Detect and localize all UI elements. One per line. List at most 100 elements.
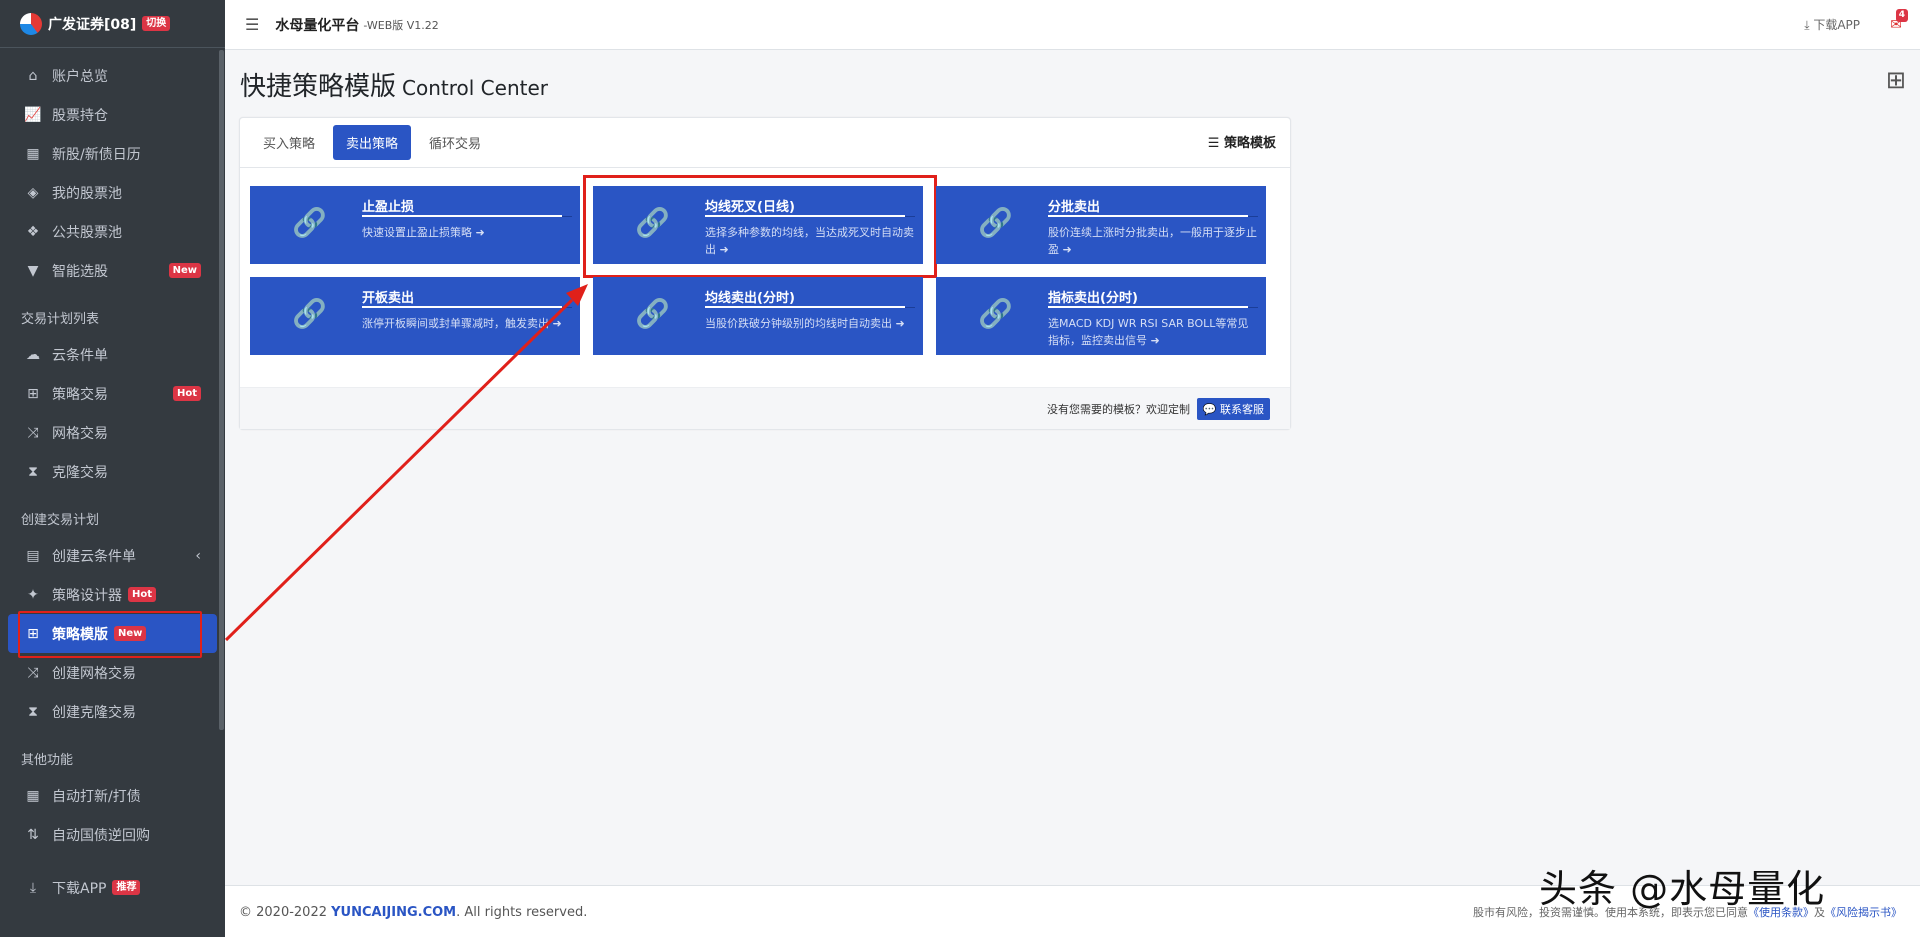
watermark: 头条 @水母量化 [1539,867,1826,911]
card-footer: 没有您需要的模板？欢迎定制 💬 联系客服 [240,387,1290,429]
download-icon: ⤓ [29,879,37,896]
tile-divider [362,215,562,217]
tile-divider [362,306,562,308]
tile-title: 开板卖出 [362,291,415,306]
sidebar-item-label: 网格交易 [52,425,108,442]
sidebar-nav: ☁ 云条件单 ⊞ 策略交易 Hot ⤨ 网格交易 ⧗ 克隆交易 [0,335,225,491]
sidebar-item-strategy-templates[interactable]: ⊞ 策略模版 New [8,611,217,658]
link-icon: 🔗 [978,206,1013,239]
copyright-suffix: . All rights reserved. [456,905,588,920]
page-subtitle: Control Center [402,76,548,100]
sidebar-item-cloud-orders[interactable]: ☁ 云条件单 [8,335,217,374]
tile-description: 选择多种参数的均线，当达成死叉时自动卖出 ➜ [705,224,915,258]
sidebar-item-clone-trading[interactable]: ⧗ 克隆交易 [8,452,217,491]
sidebar-item-auto-repo[interactable]: ⇅ 自动国债逆回购 [8,815,217,854]
cube-icon: ◈ [27,184,39,201]
sidebar-item-holdings[interactable]: 📈 股票持仓 [8,95,217,134]
tile-title: 止盈止损 [362,200,415,215]
file-icon: ▤ [26,547,40,564]
sidebar-item-label: 创建网格交易 [52,665,136,682]
sidebar-item-smart-picking[interactable]: ▼ 智能选股 New [8,251,217,290]
sidebar-item-download-app[interactable]: ⤓ 下载APP 推荐 [8,868,217,907]
section-heading: 交易计划列表 [21,312,100,327]
arrow-circle-right-icon: ➜ [475,226,485,239]
sidebar-item-strategy-trading[interactable]: ⊞ 策略交易 Hot [8,374,217,413]
chat-icon: 💬 [1202,403,1220,416]
strategy-template-card: 买入策略 卖出策略 循环交易 ☰ 策略模板 🔗 止盈止损 快速设置止盈止损策略 … [239,117,1291,430]
link-icon: 🔗 [635,206,670,239]
broker-logo-icon [20,12,42,35]
template-title: ☰ 策略模板 [1208,132,1276,151]
chart-line-icon: 📈 [24,106,42,123]
sidebar-item-public-pool[interactable]: ❖ 公共股票池 [8,212,217,251]
template-tile-ma-sell-intraday[interactable]: 🔗 均线卖出(分时) 当股价跌破分钟级别的均线时自动卖出 ➜ [593,277,923,355]
sidebar-item-label: 账户总览 [52,68,108,85]
tab-sell-strategy[interactable]: 卖出策略 [333,125,412,160]
tile-divider-end [562,307,572,308]
tab-buy-strategy[interactable]: 买入策略 [250,125,328,160]
tab-loop-trading[interactable]: 循环交易 [416,125,494,160]
sidebar-item-label: 我的股票池 [52,185,122,202]
menu-toggle-icon[interactable]: ☰ [245,15,259,34]
sidebar-item-ipo-calendar[interactable]: ▦ 新股/新债日历 [8,134,217,173]
sidebar-item-label: 策略模版 [52,626,108,643]
sidebar-item-auto-ipo[interactable]: ▦ 自动打新/打债 [8,776,217,815]
template-tile-batch-sell[interactable]: 🔗 分批卖出 股价连续上涨时分批卖出，一般用于逐步止盈 ➜ [936,186,1266,264]
template-tile-limit-up-break-sell[interactable]: 🔗 开板卖出 涨停开板瞬间或封单骤减时，触发卖出 ➜ [250,277,580,355]
calendar-icon: ▦ [26,145,40,162]
sidebar-item-strategy-designer[interactable]: ✦ 策略设计器 Hot [8,575,217,614]
sidebar-item-create-cloud-order[interactable]: ▤ 创建云条件单 ‹ [8,536,217,575]
section-heading: 其他功能 [21,753,74,768]
site-link[interactable]: YUNCAIJING.COM [331,905,456,920]
link-icon: 🔗 [292,297,327,330]
tile-divider-end [1248,307,1258,308]
sidebar-scrollbar[interactable] [219,50,224,730]
contact-support-label: 联系客服 [1220,403,1264,416]
hourglass-icon: ⧗ [28,463,38,480]
tile-description-text: 股价连续上涨时分批卖出，一般用于逐步止盈 [1048,226,1257,256]
risk-disclosure-link[interactable]: 《风险揭示书》 [1825,906,1902,919]
download-app-link[interactable]: ⤓ 下载APP [1804,16,1860,33]
tile-divider [705,306,905,308]
app-title: 水母量化平台 [275,17,360,34]
tile-divider [1048,215,1248,217]
sidebar-item-grid-trading[interactable]: ⤨ 网格交易 [8,413,217,452]
download-label: 下载APP [1813,18,1860,32]
filter-icon: ▼ [27,262,39,279]
switch-account-button[interactable]: 切换 [142,16,171,31]
mail-button[interactable]: ✉ 4 [1890,8,1908,33]
tile-divider-end [562,216,572,217]
tile-divider-end [905,216,915,217]
template-tile-take-profit-stop-loss[interactable]: 🔗 止盈止损 快速设置止盈止损策略 ➜ [250,186,580,264]
sidebar-item-label: 创建云条件单 [52,548,136,565]
template-tile-indicator-sell-intraday[interactable]: 🔗 指标卖出(分时) 选MACD KDJ WR RSI SAR BOLL等常见指… [936,277,1266,355]
sidebar-item-create-grid-trading[interactable]: ⤨ 创建网格交易 [8,653,217,692]
sidebar-item-label: 公共股票池 [52,224,122,241]
sidebar-item-label: 策略设计器 [52,587,122,604]
copyright-prefix: © 2020-2022 [239,905,332,920]
sidebar-item-account-overview[interactable]: ⌂ 账户总览 [8,56,217,95]
sitemap-icon: ⊞ [1885,66,1906,94]
sidebar-item-my-pool[interactable]: ◈ 我的股票池 [8,173,217,212]
tile-description: 快速设置止盈止损策略 ➜ [362,224,572,241]
contact-support-button[interactable]: 💬 联系客服 [1196,398,1270,420]
tile-divider [1048,306,1248,308]
tile-divider-end [1248,216,1258,217]
sidebar-nav: ▤ 创建云条件单 ‹ ✦ 策略设计器 Hot ⊞ 策略模版 New ⤨ 创建网格交易 ⧗ 创建克… [0,536,225,731]
sidebar-item-label: 云条件单 [52,347,108,364]
sidebar-nav: ▦ 自动打新/打债 ⇅ 自动国债逆回购 ⤓ 下载APP 推荐 [0,776,225,907]
sidebar-item-label: 股票持仓 [52,107,108,124]
sitemap-icon: ⊞ [27,385,39,402]
hot-badge: Hot [128,587,157,602]
hourglass-icon: ⧗ [28,703,38,720]
random-icon: ⤨ [27,664,39,681]
sidebar-item-create-clone-trading[interactable]: ⧗ 创建克隆交易 [8,692,217,731]
tile-description-text: 选择多种参数的均线，当达成死叉时自动卖出 [705,226,914,256]
template-tile-ma-death-cross-daily[interactable]: 🔗 均线死叉(日线) 选择多种参数的均线，当达成死叉时自动卖出 ➜ [583,175,937,278]
calendar-grid-icon: ▦ [26,787,40,804]
random-icon: ⤨ [27,424,39,441]
brand: 广发证券[08] 切换 [0,0,225,48]
app-version: -WEB版 V1.22 [363,18,439,32]
recommend-badge: 推荐 [112,880,141,895]
tile-description-text: 快速设置止盈止损策略 [362,226,472,239]
